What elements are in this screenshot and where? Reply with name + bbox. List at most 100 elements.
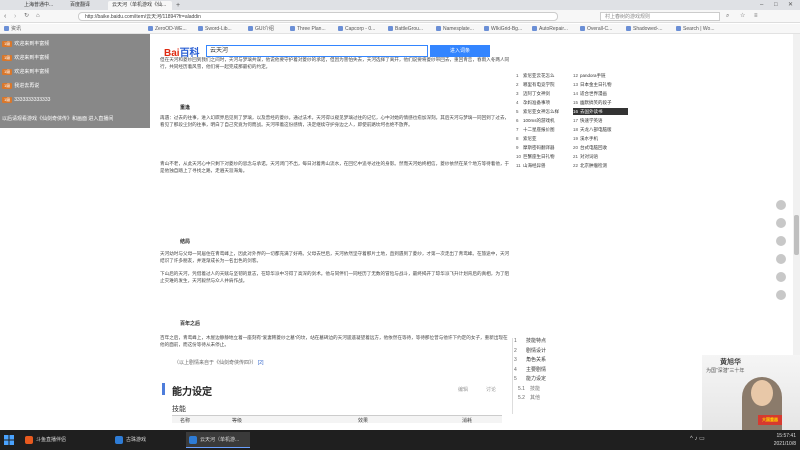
toc-item[interactable]: 4 主要剧情 xyxy=(514,366,546,374)
toc-item[interactable]: 1 技能特点 xyxy=(514,337,546,345)
citation-link[interactable]: [2] xyxy=(258,360,264,366)
menu-icon[interactable]: ≡ xyxy=(754,12,758,21)
refresh-icon[interactable]: ↻ xyxy=(24,12,29,21)
minimize-icon[interactable]: – xyxy=(760,1,763,10)
toc-item[interactable]: 2 剧情设计 xyxy=(514,347,546,355)
back-icon[interactable]: ‹ xyxy=(4,12,6,21)
chat-line: 1级 欢迎来到丰富频 xyxy=(2,41,50,47)
toc-number: 3 xyxy=(514,357,517,363)
tray-icons[interactable]: ^ ♪ ▭ xyxy=(690,435,705,442)
taskbar-item[interactable]: 古珠游戏 xyxy=(112,432,166,448)
hot-search-item[interactable]: 17 快速学英语 xyxy=(573,117,628,124)
weibo-icon[interactable] xyxy=(776,236,786,246)
bookmark-item[interactable]: Sword-Lib... xyxy=(198,25,232,33)
scrollbar-thumb[interactable] xyxy=(794,215,799,255)
hot-search-item[interactable]: 20 台式电脑回收 xyxy=(573,144,628,151)
hot-search-item[interactable]: 22 北京肿瘤检测 xyxy=(573,162,628,169)
tab-bar: 上海普通中... 百度翻译 云天河（单机游戏《仙... + – □ ✕ xyxy=(0,0,800,10)
article-paragraph: 再遇：过去的往事，进入幻瞑界后见到了梦璃，以及曾经的菱纱。通过法术，天河得以窥见… xyxy=(160,115,510,127)
toc-label: 能力设定 xyxy=(526,376,547,382)
hot-search-item[interactable]: 1 索尼亚云花怎么 xyxy=(516,72,571,79)
address-toolbar: ‹ › ↻ ⌂ http://baike.baidu.com/item/云天河/… xyxy=(0,10,800,23)
hot-search-item[interactable]: 4 孕妈准备事项 xyxy=(516,99,571,106)
toc-number: 4 xyxy=(514,366,517,373)
subheading: 重逢 xyxy=(180,105,191,111)
bookmark-item[interactable]: Three Plan... xyxy=(290,25,326,33)
rank-number: 14 xyxy=(573,91,579,96)
wechat-icon[interactable] xyxy=(776,254,786,264)
toc-item[interactable]: 5.2 其他 xyxy=(518,394,540,402)
toc-item[interactable]: 5.1 技能 xyxy=(518,385,540,393)
hot-search-item[interactable]: 10 巨蟹座生日礼物 xyxy=(516,153,571,160)
hot-search-item[interactable]: 2 哪里有电竞学院 xyxy=(516,81,571,88)
qq-icon[interactable] xyxy=(776,272,786,282)
rank-label: 日本金主日礼物 xyxy=(580,82,612,87)
browser-tab[interactable]: 百度翻译 xyxy=(66,1,106,10)
hot-search-item[interactable]: 6 100ms的游戏机 xyxy=(516,117,571,124)
hot-search-item[interactable]: 14 适合世界漫画 xyxy=(573,90,628,97)
section-discuss-link[interactable]: 讨论 xyxy=(486,386,496,393)
hot-search-item[interactable]: 9 摩斯密码翻译器 xyxy=(516,144,571,151)
level-badge: 1级 xyxy=(2,83,13,89)
rank-label: 北京肿瘤检测 xyxy=(580,163,607,168)
hot-search-item[interactable]: 13 日本金主日礼物 xyxy=(573,81,628,88)
chat-footer: 以后请观看游戏《仙剑奇侠传》和画面 进入直播间 xyxy=(2,116,114,122)
home-icon[interactable]: ⌂ xyxy=(36,12,40,21)
article-body: 但在天河和菱纱回到我们之间时，天河与梦璃共谋，他说他要守护着对菱纱的承诺，但因为… xyxy=(160,56,512,424)
rank-label: 对对词语 xyxy=(580,154,598,159)
close-window-icon[interactable]: ✕ xyxy=(788,1,793,10)
bookmark-item[interactable]: Shadowed-... xyxy=(626,25,662,33)
hot-search-item[interactable]: 16 去国外读书 xyxy=(573,108,628,115)
bookmark-item[interactable]: GUI介绍 xyxy=(248,25,274,33)
bookmark-item[interactable]: 资讯 xyxy=(4,25,21,33)
bookmark-item[interactable]: Namesplate... xyxy=(436,25,474,33)
search-icon[interactable]: ⌕ xyxy=(726,12,729,21)
section-edit-link[interactable]: 编辑 xyxy=(458,386,468,393)
bookmark-item[interactable]: ZeroOD-WE... xyxy=(148,25,187,33)
taskbar-item[interactable]: 斗鱼直播伴侣 xyxy=(22,432,76,448)
toc-item[interactable]: 5 能力设定 xyxy=(514,375,546,383)
rank-number: 11 xyxy=(516,163,521,168)
star-icon[interactable]: ☆ xyxy=(740,12,745,21)
rank-label: 哪里有电竞学院 xyxy=(523,82,555,87)
rank-label: 山海经异兽 xyxy=(523,163,546,168)
new-tab-icon[interactable]: + xyxy=(176,1,180,10)
hot-search-item[interactable]: 11 山海经异兽 xyxy=(516,162,571,169)
hot-search-item[interactable]: 19 溪水手机 xyxy=(573,135,628,142)
taskbar-item-active[interactable]: 云天河（单机游... xyxy=(186,432,250,448)
url-input[interactable]: http://baike.baidu.com/item/云天河/11894?fr… xyxy=(78,12,558,21)
hot-search-item[interactable]: 7 十二星座报价图 xyxy=(516,126,571,133)
bookmark-item[interactable]: Overall-C... xyxy=(580,25,612,33)
bookmark-item[interactable]: BattleGrou... xyxy=(388,25,423,33)
hot-search-item[interactable]: 21 对对词语 xyxy=(573,153,628,160)
windows-start-icon[interactable] xyxy=(4,435,14,445)
comment-icon[interactable] xyxy=(776,290,786,300)
bookmark-item[interactable]: WIkiGrid-Bg... xyxy=(484,25,522,33)
rank-number: 5 xyxy=(516,109,519,114)
hot-search-item[interactable]: 5 索尼亚女神怎么样 xyxy=(516,108,571,115)
browser-tab-active[interactable]: 云天河（单机游戏《仙... xyxy=(108,1,172,10)
hot-search-item[interactable]: 8 索尼亚 xyxy=(516,135,571,142)
toc-label: 其他 xyxy=(530,395,541,401)
rank-number: 16 xyxy=(573,109,579,114)
hot-search-item[interactable]: 3 迈阿丁女神剑 xyxy=(516,90,571,97)
table-header-cell: 效果 xyxy=(358,418,369,424)
forward-icon[interactable]: › xyxy=(14,12,16,21)
maximize-icon[interactable]: □ xyxy=(774,1,778,10)
toc-item[interactable]: 3 角色关系 xyxy=(514,356,546,364)
browser-search-input[interactable]: 村上春树的游戏规则 xyxy=(600,12,720,21)
bookmark-item[interactable]: Capcorp - 0... xyxy=(338,25,375,33)
hot-search-item[interactable]: 18 天龙八部电脑版 xyxy=(573,126,628,133)
rank-number: 4 xyxy=(516,100,519,105)
hot-search-item[interactable]: 15 幽默搞笑的段子 xyxy=(573,99,628,106)
bookmark-item[interactable]: AutoRepair... xyxy=(532,25,568,33)
toc-label: 剧情设计 xyxy=(526,347,547,354)
like-icon[interactable] xyxy=(776,200,786,210)
share-icon[interactable] xyxy=(776,218,786,228)
bookmark-item[interactable]: Search | Wo... xyxy=(676,25,715,33)
rank-label: 快速学英语 xyxy=(580,118,603,123)
chat-line: 1级 欢迎来到丰富频 xyxy=(2,55,50,61)
hot-search-item[interactable]: 12 pandora手链 xyxy=(573,72,628,79)
system-clock[interactable]: 15:57:41 2021/10/8 xyxy=(756,432,796,448)
browser-tab[interactable]: 上海普通中... xyxy=(20,1,64,10)
